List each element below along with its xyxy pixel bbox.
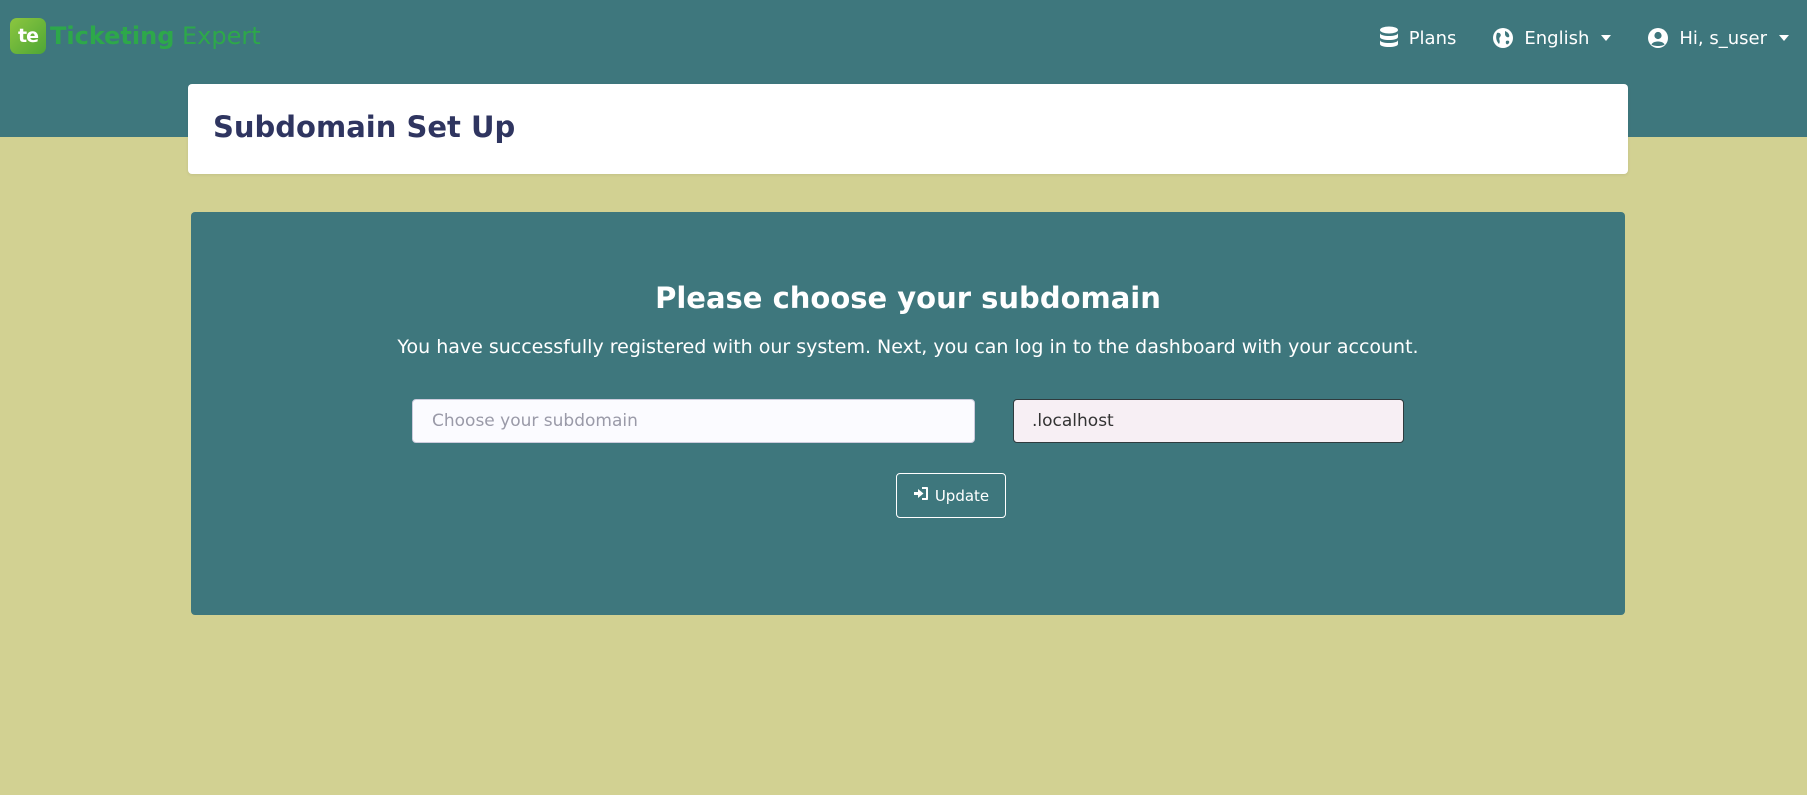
navbar: te Ticketing Expert Plans English Hi, s_…: [0, 0, 1807, 76]
database-icon: [1379, 26, 1399, 50]
brand-name-bold: Ticketing: [50, 22, 175, 50]
user-circle-icon: [1647, 27, 1669, 49]
chevron-down-icon: [1601, 35, 1612, 41]
update-button[interactable]: Update: [896, 473, 1006, 518]
sign-in-icon: [913, 486, 929, 505]
update-button-label: Update: [934, 486, 990, 505]
brand-name: Ticketing Expert: [50, 22, 261, 50]
chevron-down-icon: [1779, 35, 1789, 41]
nav-language-label: English: [1524, 27, 1590, 49]
brand-badge: te: [10, 18, 46, 54]
brand-logo[interactable]: te Ticketing Expert: [10, 18, 261, 54]
globe-icon: [1492, 27, 1514, 49]
panel-description: You have successfully registered with ou…: [397, 336, 1419, 358]
nav-user-label: Hi, s_user: [1679, 27, 1767, 49]
nav-user-dropdown[interactable]: Hi, s_user: [1647, 27, 1789, 49]
subdomain-panel: Please choose your subdomain You have su…: [191, 212, 1625, 615]
nav-plans[interactable]: Plans: [1379, 26, 1457, 50]
panel-title: Please choose your subdomain: [655, 281, 1161, 315]
page-header-card: Subdomain Set Up: [188, 84, 1628, 174]
nav-language-dropdown[interactable]: English: [1492, 27, 1612, 49]
domain-suffix-field[interactable]: [1013, 399, 1404, 443]
subdomain-input[interactable]: [412, 399, 975, 443]
nav-right: Plans English Hi, s_user: [1379, 22, 1789, 54]
page-title: Subdomain Set Up: [213, 110, 516, 144]
nav-plans-label: Plans: [1408, 27, 1457, 49]
brand-name-light: Expert: [174, 22, 261, 50]
